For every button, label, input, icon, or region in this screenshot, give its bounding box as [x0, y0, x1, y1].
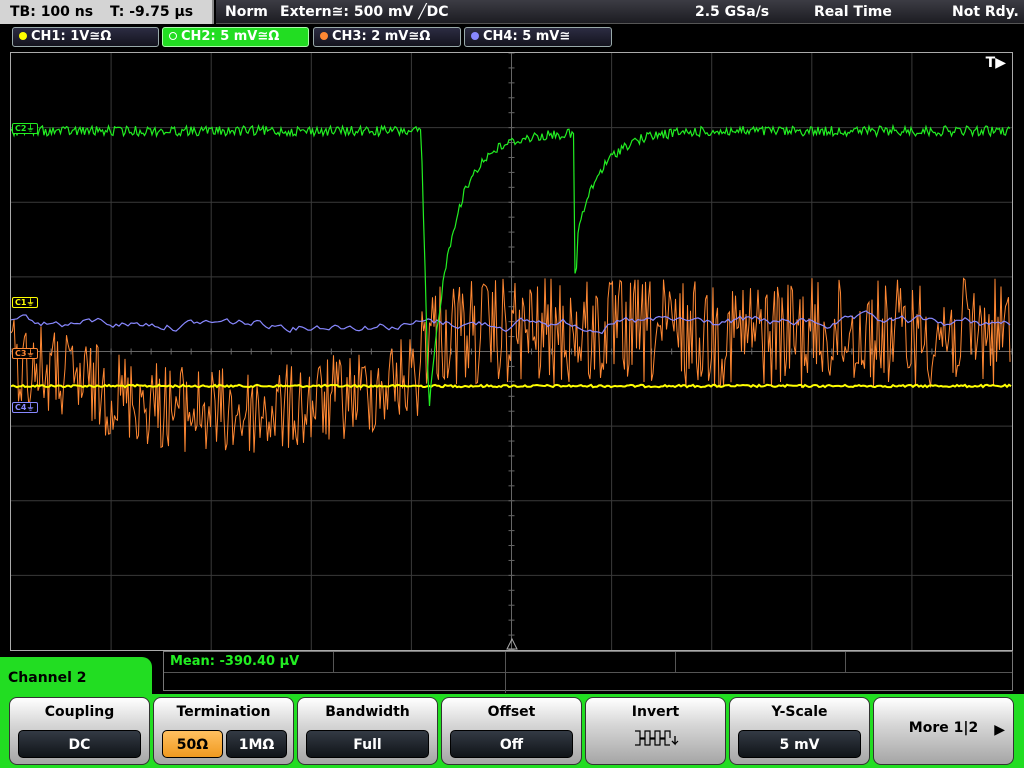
tab-ch1-label: CH1: 1V≅Ω	[31, 29, 112, 44]
tab-ch2-label: CH2: 5 mV≅Ω	[181, 29, 280, 44]
offset-title: Offset	[487, 704, 536, 720]
coupling-value: DC	[18, 730, 141, 758]
measurement-cell[interactable]: Mean: -390.40 µV	[164, 652, 334, 672]
trigger-indicator-icon: T▶	[985, 55, 1006, 71]
measurement-cell-empty	[334, 652, 506, 672]
yscale-title: Y-Scale	[771, 704, 828, 720]
ch2-offset-marker[interactable]: C2⏚	[12, 123, 38, 134]
ch1-color-dot	[19, 32, 27, 40]
ch2-color-dot	[169, 32, 177, 40]
bandwidth-softkey[interactable]: Bandwidth Full	[297, 697, 438, 765]
coupling-softkey[interactable]: Coupling DC	[9, 697, 150, 765]
ch2-waveform	[11, 123, 1011, 407]
offset-softkey[interactable]: Offset Off	[441, 697, 582, 765]
status-bar: TB: 100 ns T: -9.75 µs Norm Extern≅: 500…	[0, 0, 1024, 24]
acquisition-mode: Real Time	[814, 4, 892, 20]
timebase-box[interactable]: TB: 100 ns T: -9.75 µs	[0, 0, 214, 24]
tab-ch3-label: CH3: 2 mV≅Ω	[332, 29, 431, 44]
trigger-time-value: T: -9.75 µs	[109, 4, 194, 20]
coupling-title: Coupling	[44, 704, 115, 720]
trigger-mode[interactable]: Norm	[225, 0, 268, 24]
tab-ch4[interactable]: CH4: 5 mV≅	[464, 27, 612, 47]
ch3-offset-marker[interactable]: C3⏚	[12, 348, 38, 359]
trigger-source[interactable]: Extern≅: 500 mV ╱DC	[280, 0, 449, 24]
invert-waveform-icon	[635, 730, 679, 746]
timebase-value: TB: 100 ns	[10, 4, 94, 20]
ch3-color-dot	[320, 32, 328, 40]
measurement-mean: Mean: -390.40 µV	[170, 654, 300, 669]
waveform-display[interactable]: T▶ C2⏚ C1⏚ C3⏚ C4⏚	[10, 52, 1013, 651]
termination-50ohm-option[interactable]: 50Ω	[162, 730, 223, 758]
sample-rate: 2.5 GSa/s	[695, 4, 770, 20]
invert-softkey[interactable]: Invert	[585, 697, 726, 765]
waveform-canvas	[11, 53, 1012, 650]
more-label: More 1|2	[908, 720, 979, 736]
termination-title: Termination	[176, 704, 271, 720]
tab-ch2[interactable]: CH2: 5 mV≅Ω	[162, 27, 309, 47]
yscale-softkey[interactable]: Y-Scale 5 mV	[729, 697, 870, 765]
bandwidth-value: Full	[306, 730, 429, 758]
invert-title: Invert	[631, 704, 680, 720]
ch1-offset-marker[interactable]: C1⏚	[12, 297, 38, 308]
ch4-color-dot	[471, 32, 479, 40]
termination-1mohm-option[interactable]: 1MΩ	[226, 730, 287, 758]
tab-ch1[interactable]: CH1: 1V≅Ω	[12, 27, 159, 47]
measurement-cell-empty	[164, 673, 506, 693]
yscale-value: 5 mV	[738, 730, 861, 758]
channel-menu-label: Channel 2	[0, 657, 152, 697]
measurement-panel: Mean: -390.40 µV	[163, 651, 1013, 693]
measurement-cell-empty	[676, 652, 846, 672]
graticule-grid	[11, 53, 1012, 650]
acquisition-status: Not Rdy.	[952, 4, 1019, 20]
offset-value: Off	[450, 730, 573, 758]
more-softkey[interactable]: More 1|2 ▶	[873, 697, 1014, 765]
measurement-row-2	[164, 672, 1012, 693]
measurement-cell-empty	[506, 652, 676, 672]
arrow-right-icon: ▶	[994, 722, 1005, 738]
tab-ch4-label: CH4: 5 mV≅	[483, 29, 571, 44]
termination-softkey[interactable]: Termination 50Ω 1MΩ	[153, 697, 294, 765]
ch4-offset-marker[interactable]: C4⏚	[12, 402, 38, 413]
tab-ch3[interactable]: CH3: 2 mV≅Ω	[313, 27, 461, 47]
bandwidth-title: Bandwidth	[325, 704, 410, 720]
